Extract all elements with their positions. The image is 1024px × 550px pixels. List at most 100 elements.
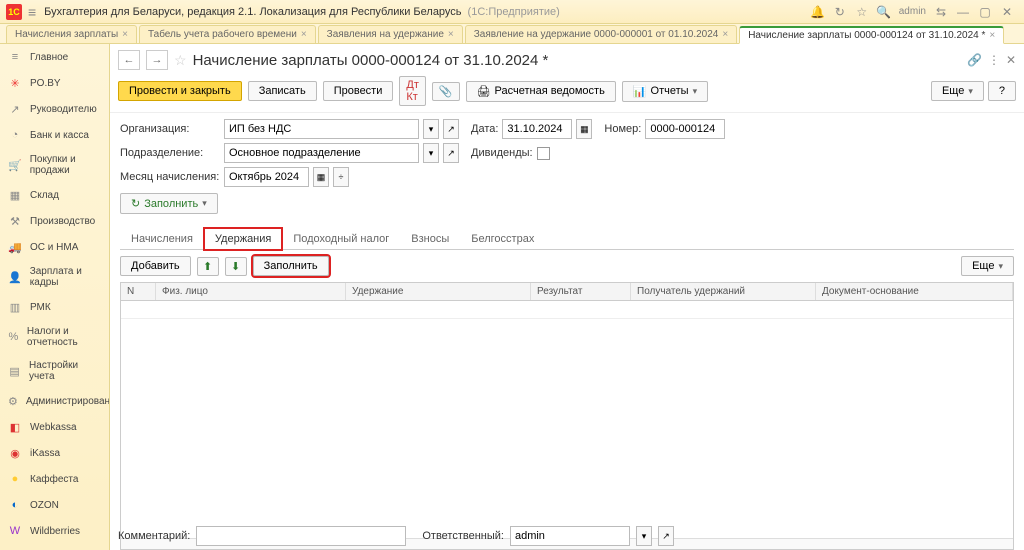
comment-field[interactable] bbox=[196, 526, 406, 546]
dtkt-button[interactable]: ДтКт bbox=[399, 76, 426, 106]
sidebar-label: Покупки и продажи bbox=[30, 154, 101, 176]
sidebar-item-17[interactable]: WWildberries bbox=[0, 518, 109, 544]
print-button[interactable]: 🖨 Расчетная ведомость bbox=[466, 81, 616, 102]
sidebar-item-2[interactable]: ↗Руководителю bbox=[0, 96, 109, 122]
post-and-close-button[interactable]: Провести и закрыть bbox=[118, 81, 242, 101]
subtab-3[interactable]: Взносы bbox=[400, 228, 460, 249]
sidebar-item-6[interactable]: ⚒Производство bbox=[0, 208, 109, 234]
star-icon[interactable]: ☆ bbox=[853, 5, 871, 19]
organization-open-button[interactable]: ↗ bbox=[443, 119, 459, 139]
tab-close-icon[interactable]: × bbox=[448, 29, 454, 40]
document-tab-3[interactable]: Заявление на удержание 0000-000001 от 01… bbox=[465, 25, 737, 43]
sidebar-item-7[interactable]: 🚚ОС и НМА bbox=[0, 234, 109, 260]
sidebar-item-13[interactable]: ◧Webkassa bbox=[0, 414, 109, 440]
col-person[interactable]: Физ. лицо bbox=[156, 283, 346, 300]
document-tab-2[interactable]: Заявления на удержание× bbox=[318, 25, 463, 43]
tab-close-icon[interactable]: × bbox=[122, 29, 128, 40]
document-tab-1[interactable]: Табель учета рабочего времени× bbox=[139, 25, 316, 43]
tab-close-icon[interactable]: × bbox=[301, 29, 307, 40]
sidebar-icon: ◐ bbox=[8, 498, 22, 512]
sidebar-item-5[interactable]: ▦Склад bbox=[0, 182, 109, 208]
fill-tab-button[interactable]: Заполнить bbox=[253, 256, 329, 276]
sidebar-item-1[interactable]: ✳PO.BY bbox=[0, 70, 109, 96]
department-select-button[interactable]: ▾ bbox=[423, 143, 439, 163]
dividends-label: Дивиденды: bbox=[471, 147, 533, 159]
number-field[interactable] bbox=[645, 119, 725, 139]
sidebar-item-0[interactable]: ≡Главное bbox=[0, 44, 109, 70]
sidebar-item-12[interactable]: ⚙Администрирование bbox=[0, 388, 109, 414]
sidebar-item-11[interactable]: ▤Настройки учета bbox=[0, 354, 109, 388]
settings-icon[interactable]: ⇆ bbox=[932, 5, 950, 19]
subtab-0[interactable]: Начисления bbox=[120, 228, 204, 249]
organization-select-button[interactable]: ▾ bbox=[423, 119, 439, 139]
sidebar-item-16[interactable]: ◐OZON bbox=[0, 492, 109, 518]
move-down-button[interactable]: ⬇ bbox=[225, 257, 247, 276]
move-up-button[interactable]: ⬆ bbox=[197, 257, 219, 276]
save-button[interactable]: Записать bbox=[248, 81, 317, 101]
help-button[interactable]: ? bbox=[988, 81, 1016, 101]
tab-more-button[interactable]: Еще bbox=[961, 256, 1014, 276]
tab-close-icon[interactable]: × bbox=[989, 30, 995, 41]
link-icon[interactable]: 🔗 bbox=[967, 53, 982, 67]
minimize-icon[interactable]: — bbox=[954, 5, 972, 19]
sidebar-icon: ◔ bbox=[8, 128, 22, 142]
sidebar-item-14[interactable]: ◉iKassa bbox=[0, 440, 109, 466]
fill-main-button[interactable]: ↻ Заполнить bbox=[120, 193, 218, 214]
sidebar-item-3[interactable]: ◔ Банк и касса bbox=[0, 122, 109, 148]
document-title: Начисление зарплаты 0000-000124 от 31.10… bbox=[193, 52, 549, 69]
back-button[interactable]: ← bbox=[118, 50, 140, 70]
close-icon[interactable]: ✕ bbox=[998, 5, 1016, 19]
sidebar-label: Производство bbox=[30, 216, 95, 227]
history-icon[interactable]: ↻ bbox=[831, 5, 849, 19]
reports-button[interactable]: 📊 Отчеты bbox=[622, 81, 708, 102]
favorite-icon[interactable]: ☆ bbox=[174, 52, 187, 69]
department-field[interactable] bbox=[224, 143, 419, 163]
responsible-open-button[interactable]: ↗ bbox=[658, 526, 674, 546]
document-tab-0[interactable]: Начисления зарплаты× bbox=[6, 25, 137, 43]
date-picker-button[interactable]: ▦ bbox=[576, 119, 592, 139]
department-open-button[interactable]: ↗ bbox=[443, 143, 459, 163]
sidebar-label: Налоги и отчетность bbox=[27, 326, 101, 348]
dividends-checkbox[interactable] bbox=[537, 147, 550, 160]
kebab-icon[interactable]: ⋮ bbox=[988, 53, 1000, 67]
sidebar-icon: ● bbox=[8, 472, 22, 486]
sidebar-item-4[interactable]: 🛒Покупки и продажи bbox=[0, 148, 109, 182]
subtab-4[interactable]: Белгосстрах bbox=[460, 228, 545, 249]
col-basis[interactable]: Документ-основание bbox=[816, 283, 1013, 300]
sidebar-item-10[interactable]: %Налоги и отчетность bbox=[0, 320, 109, 354]
subtab-1[interactable]: Удержания bbox=[204, 228, 282, 250]
col-n[interactable]: N bbox=[121, 283, 156, 300]
col-recipient[interactable]: Получатель удержаний bbox=[631, 283, 816, 300]
responsible-select-button[interactable]: ▾ bbox=[636, 526, 652, 546]
search-icon[interactable]: 🔍 bbox=[875, 5, 893, 19]
date-field[interactable] bbox=[502, 119, 572, 139]
sidebar-label: Зарплата и кадры bbox=[30, 266, 101, 288]
sidebar-icon: ⚙ bbox=[8, 394, 18, 408]
responsible-field[interactable] bbox=[510, 526, 630, 546]
month-field[interactable] bbox=[224, 167, 309, 187]
forward-button[interactable]: → bbox=[146, 50, 168, 70]
sidebar-item-9[interactable]: ▥РМК bbox=[0, 294, 109, 320]
sidebar-label: Банк и касса bbox=[30, 130, 89, 141]
window-close-icon[interactable]: ✕ bbox=[1006, 53, 1016, 67]
more-button[interactable]: Еще bbox=[931, 81, 984, 101]
col-result[interactable]: Результат bbox=[531, 283, 631, 300]
sidebar-item-8[interactable]: 👤Зарплата и кадры bbox=[0, 260, 109, 294]
maximize-icon[interactable]: ▢ bbox=[976, 5, 994, 19]
menu-icon[interactable]: ≡ bbox=[28, 4, 36, 20]
sidebar-item-15[interactable]: ●Каффеста bbox=[0, 466, 109, 492]
subtab-2[interactable]: Подоходный налог bbox=[282, 228, 400, 249]
bell-icon[interactable]: 🔔 bbox=[809, 5, 827, 19]
sidebar-label: Склад bbox=[30, 190, 59, 201]
add-button[interactable]: Добавить bbox=[120, 256, 191, 276]
deductions-grid[interactable]: N Физ. лицо Удержание Результат Получате… bbox=[120, 282, 1014, 550]
post-button[interactable]: Провести bbox=[323, 81, 394, 101]
organization-field[interactable] bbox=[224, 119, 419, 139]
col-deduction[interactable]: Удержание bbox=[346, 283, 531, 300]
document-tab-4[interactable]: Начисление зарплаты 0000-000124 от 31.10… bbox=[739, 26, 1004, 44]
month-stepper-button[interactable]: ÷ bbox=[333, 167, 349, 187]
attach-button[interactable]: 📎 bbox=[432, 82, 460, 101]
month-picker-button[interactable]: ▦ bbox=[313, 167, 329, 187]
tab-close-icon[interactable]: × bbox=[722, 29, 728, 40]
number-label: Номер: bbox=[604, 123, 641, 135]
